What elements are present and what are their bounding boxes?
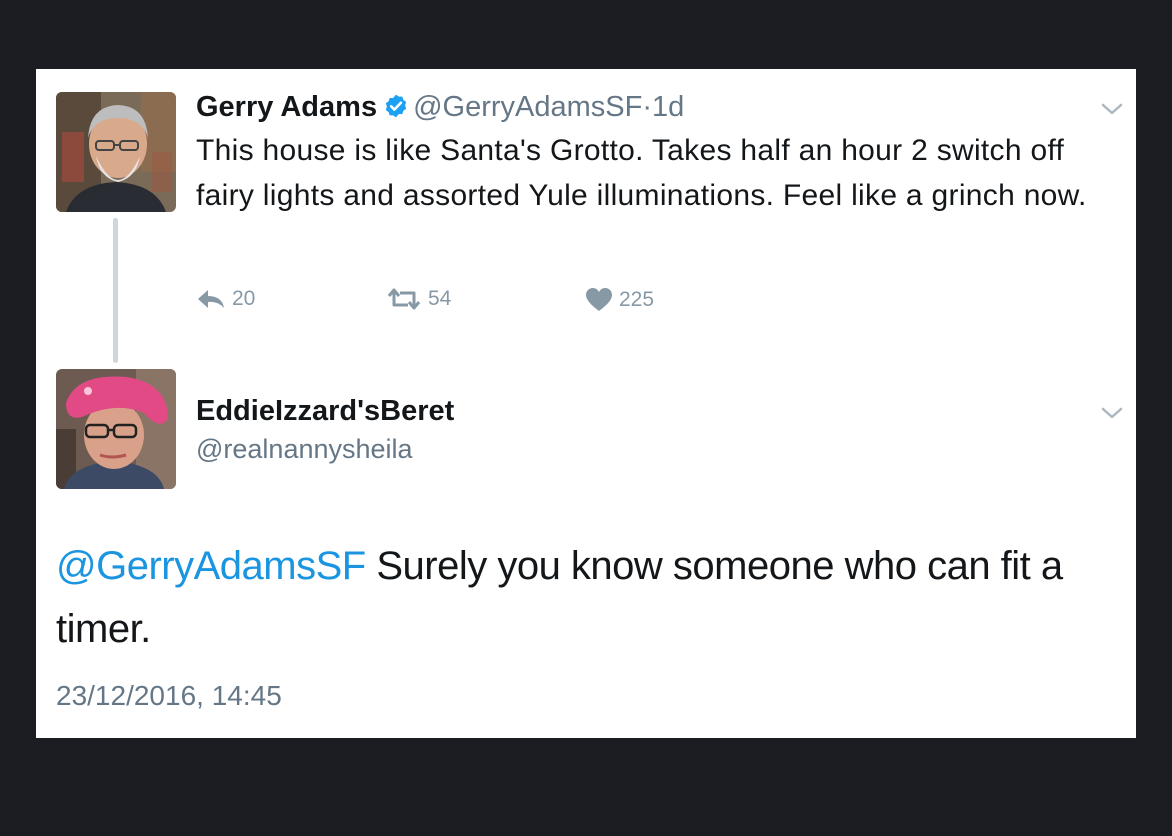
retweet-icon [387,288,421,310]
retweet-button[interactable]: 54 [386,287,451,311]
avatar-photo [56,92,176,212]
tweet-card: Gerry Adams @GerryAdamsSF·1d This house i… [36,69,1136,738]
heart-icon [586,288,612,311]
tweet2-timestamp[interactable]: 23/12/2016, 14:45 [56,678,282,714]
tweet2-author-name[interactable]: EddieIzzard'sBeret [196,391,454,431]
tweet2-author-handle[interactable]: @realnannysheila [196,431,413,467]
verified-badge-icon [385,94,407,118]
tweet2-mention-link[interactable]: @GerryAdamsSF [56,544,366,588]
avatar-realnannysheila[interactable] [56,369,176,489]
tweet1-author-name[interactable]: Gerry Adams [196,91,377,123]
like-count: 225 [619,288,655,311]
tweet1-header: Gerry Adams @GerryAdamsSF·1d [196,87,684,127]
avatar-photo [56,369,176,489]
chevron-down-icon[interactable] [1100,101,1124,117]
like-button[interactable]: 225 [585,287,654,313]
thread-connector-line [113,218,118,363]
avatar-gerry-adams[interactable] [56,92,176,212]
reply-count: 20 [232,287,256,310]
tweet1-age[interactable]: 1d [652,91,684,123]
retweet-count: 54 [428,287,452,310]
chevron-down-icon[interactable] [1100,405,1124,421]
tweet1-text: This house is like Santa's Grotto. Takes… [196,134,1087,212]
reply-button[interactable]: 20 [196,287,255,311]
tweet1-separator: · [642,91,653,123]
tweet2-text: @GerryAdamsSF Surely you know someone wh… [56,535,1116,661]
tweet1-author-handle[interactable]: @GerryAdamsSF [413,91,642,123]
reply-icon [198,290,224,308]
